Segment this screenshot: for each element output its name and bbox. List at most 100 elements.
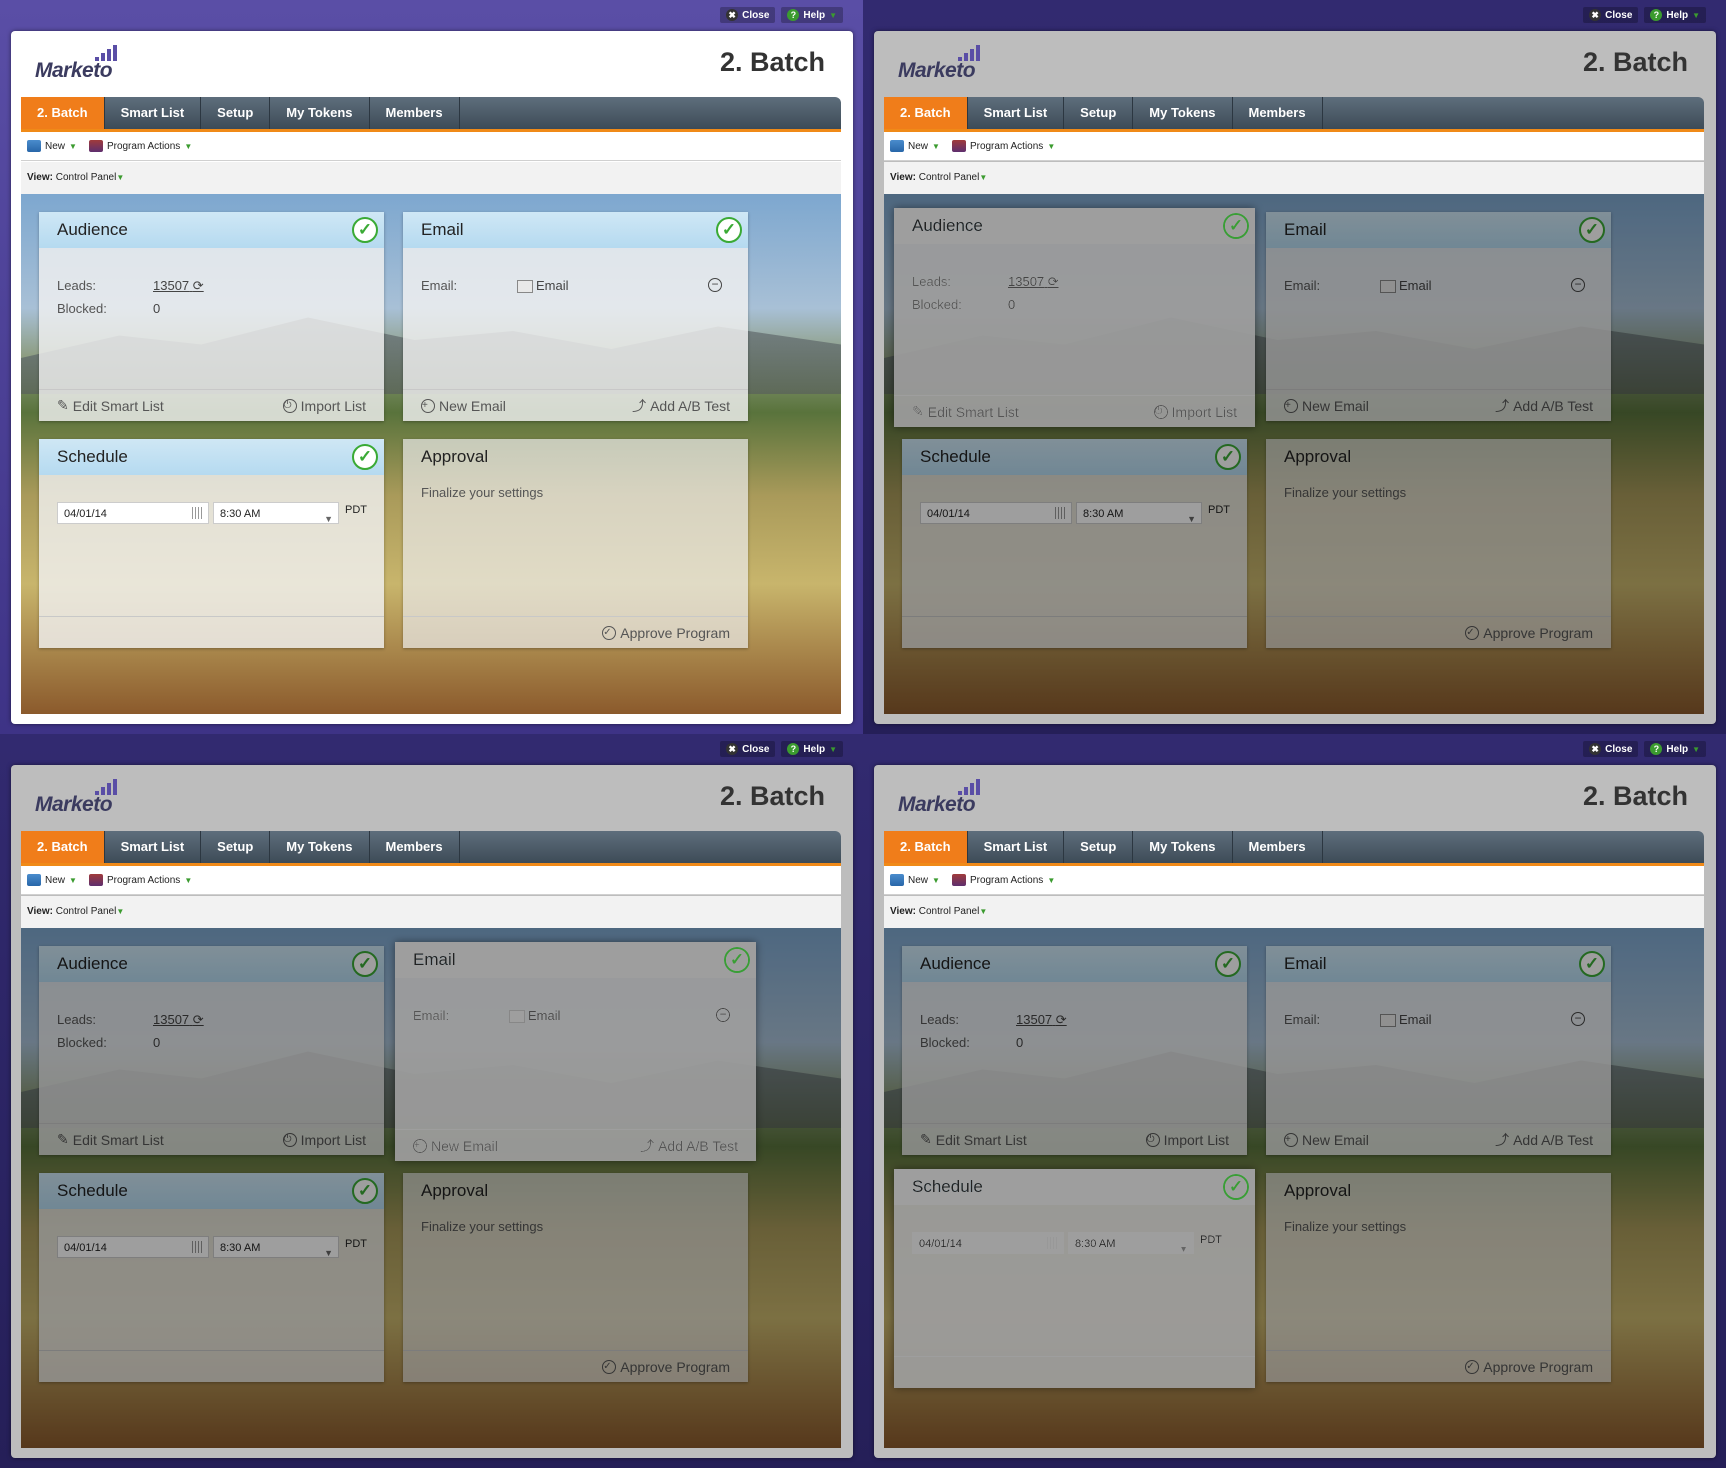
pencil-icon: ✎ — [920, 1131, 932, 1147]
pencil-icon: ✎ — [57, 397, 69, 413]
new-menu-button[interactable]: New ▼ — [27, 140, 77, 152]
tab-batch[interactable]: 2. Batch — [21, 831, 105, 863]
edit-smart-list-link[interactable]: ✎ Edit Smart List — [920, 1131, 1027, 1148]
add-ab-test-link[interactable]: ⤴ Add A/B Test — [1495, 1130, 1593, 1150]
close-button[interactable]: ✖ Close — [720, 7, 776, 23]
close-button[interactable]: ✖ Close — [720, 741, 776, 757]
help-button[interactable]: ? Help ▼ — [1644, 741, 1706, 757]
edit-smart-list-link[interactable]: ✎ Edit Smart List — [57, 397, 164, 414]
refresh-icon[interactable]: ⟳ — [193, 1012, 204, 1027]
new-email-link[interactable]: + New Email — [421, 398, 506, 414]
new-menu-button[interactable]: New ▼ — [890, 140, 940, 152]
tab-setup[interactable]: Setup — [201, 831, 271, 863]
view-label: View: — [27, 906, 53, 917]
close-button[interactable]: ✖ Close — [1583, 7, 1639, 23]
remove-icon[interactable]: − — [1571, 278, 1585, 292]
program-actions-button[interactable]: Program Actions ▼ — [951, 874, 1055, 886]
add-ab-test-link[interactable]: ⤴ Add A/B Test — [1495, 396, 1593, 416]
close-button[interactable]: ✖ Close — [1583, 741, 1639, 757]
tab-smart-list[interactable]: Smart List — [105, 831, 202, 863]
tab-batch[interactable]: 2. Batch — [884, 97, 968, 129]
time-select[interactable]: 8:30 AM ▼ — [1068, 1232, 1194, 1254]
calendar-icon[interactable] — [1055, 507, 1067, 519]
time-select[interactable]: 8:30 AM ▼ — [213, 502, 339, 524]
date-field[interactable]: 04/01/14 — [57, 1236, 209, 1258]
calendar-icon[interactable] — [1047, 1237, 1059, 1249]
tab-my-tokens[interactable]: My Tokens — [1133, 97, 1233, 129]
import-list-link[interactable]: ⏻ Import List — [1145, 1132, 1229, 1148]
tab-smart-list[interactable]: Smart List — [105, 97, 202, 129]
email-asset-link[interactable]: Email — [509, 1008, 561, 1024]
import-list-link[interactable]: ⏻ Import List — [282, 398, 366, 414]
import-list-link[interactable]: ⏻ Import List — [1153, 404, 1237, 420]
approve-program-link[interactable]: ✓ Approve Program — [1465, 1359, 1593, 1375]
add-ab-test-link[interactable]: ⤴ Add A/B Test — [632, 396, 730, 416]
tab-setup[interactable]: Setup — [201, 97, 271, 129]
approval-footer: ✓ Approve Program — [1266, 1350, 1611, 1382]
check-icon: ✓ — [352, 1178, 378, 1204]
chevron-down-icon: ▼ — [184, 875, 193, 885]
tab-bar: 2. Batch Smart List Setup My Tokens Memb… — [884, 97, 1704, 132]
new-email-link[interactable]: + New Email — [413, 1138, 498, 1154]
edit-smart-list-link[interactable]: ✎ Edit Smart List — [57, 1131, 164, 1148]
tab-setup[interactable]: Setup — [1064, 97, 1134, 129]
new-email-link[interactable]: + New Email — [1284, 1132, 1369, 1148]
tab-my-tokens[interactable]: My Tokens — [1133, 831, 1233, 863]
new-menu-button[interactable]: New ▼ — [27, 874, 77, 886]
tab-members[interactable]: Members — [1233, 97, 1323, 129]
calendar-icon[interactable] — [192, 1241, 204, 1253]
help-button[interactable]: ? Help ▼ — [781, 7, 843, 23]
tab-members[interactable]: Members — [370, 97, 460, 129]
refresh-icon[interactable]: ⟳ — [1056, 1012, 1067, 1027]
tab-setup[interactable]: Setup — [1064, 831, 1134, 863]
time-select[interactable]: 8:30 AM ▼ — [1076, 502, 1202, 524]
help-button[interactable]: ? Help ▼ — [781, 741, 843, 757]
calendar-icon[interactable] — [192, 507, 204, 519]
approve-program-link[interactable]: ✓ Approve Program — [1465, 625, 1593, 641]
logo-text: Marketo — [898, 793, 976, 816]
email-asset-link[interactable]: Email — [517, 278, 569, 294]
new-menu-button[interactable]: New ▼ — [890, 874, 940, 886]
view-selector[interactable]: View: Control Panel▼ — [884, 896, 1704, 928]
tab-smart-list[interactable]: Smart List — [968, 97, 1065, 129]
tab-members[interactable]: Members — [370, 831, 460, 863]
tab-batch[interactable]: 2. Batch — [21, 97, 105, 129]
time-select[interactable]: 8:30 AM ▼ — [213, 1236, 339, 1258]
program-actions-button[interactable]: Program Actions ▼ — [88, 140, 192, 152]
email-icon — [509, 1010, 525, 1024]
edit-smart-list-link[interactable]: ✎ Edit Smart List — [912, 403, 1019, 420]
remove-icon[interactable]: − — [708, 278, 722, 292]
remove-icon[interactable]: − — [1571, 1012, 1585, 1026]
new-email-link[interactable]: + New Email — [1284, 398, 1369, 414]
email-asset-link[interactable]: Email — [1380, 1012, 1432, 1028]
leads-value[interactable]: 13507 ⟳ — [153, 278, 204, 294]
date-field[interactable]: 04/01/14 — [912, 1232, 1064, 1254]
approve-program-link[interactable]: ✓ Approve Program — [602, 625, 730, 641]
plus-circle-icon: + — [1284, 1132, 1298, 1147]
tab-my-tokens[interactable]: My Tokens — [270, 831, 370, 863]
view-selector[interactable]: View: Control Panel▼ — [884, 162, 1704, 194]
program-actions-button[interactable]: Program Actions ▼ — [951, 140, 1055, 152]
import-list-link[interactable]: ⏻ Import List — [282, 1132, 366, 1148]
add-ab-test-link[interactable]: ⤴ Add A/B Test — [640, 1136, 738, 1156]
view-selector[interactable]: View: Control Panel▼ — [21, 162, 841, 194]
tab-smart-list[interactable]: Smart List — [968, 831, 1065, 863]
date-field[interactable]: 04/01/14 — [920, 502, 1072, 524]
leads-value[interactable]: 13507 ⟳ — [1008, 274, 1059, 290]
approve-program-link[interactable]: ✓ Approve Program — [602, 1359, 730, 1375]
view-selector[interactable]: View: Control Panel▼ — [21, 896, 841, 928]
tab-members[interactable]: Members — [1233, 831, 1323, 863]
close-label: Close — [742, 9, 770, 21]
refresh-icon[interactable]: ⟳ — [1048, 274, 1059, 289]
refresh-icon[interactable]: ⟳ — [193, 278, 204, 293]
date-field[interactable]: 04/01/14 — [57, 502, 209, 524]
email-asset-link[interactable]: Email — [1380, 278, 1432, 294]
schedule-card: Schedule ✓ 04/01/14 8:30 AM ▼ PDT — [894, 1169, 1255, 1388]
program-actions-button[interactable]: Program Actions ▼ — [88, 874, 193, 886]
remove-icon[interactable]: − — [716, 1008, 730, 1022]
help-button[interactable]: ? Help ▼ — [1644, 7, 1706, 23]
leads-value[interactable]: 13507 ⟳ — [1016, 1012, 1067, 1028]
tab-batch[interactable]: 2. Batch — [884, 831, 968, 863]
leads-value[interactable]: 13507 ⟳ — [153, 1012, 204, 1028]
tab-my-tokens[interactable]: My Tokens — [270, 97, 370, 129]
